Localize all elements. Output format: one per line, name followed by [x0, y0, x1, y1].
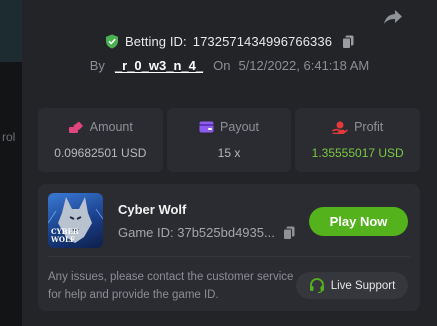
bet-author-row: By _r_0_w3_n_4_ On 5/12/2022, 6:41:18 AM	[22, 58, 437, 73]
game-name: Cyber Wolf	[118, 202, 187, 217]
coins-icon	[68, 121, 83, 133]
money-hand-icon	[332, 121, 349, 134]
game-id-text: Game ID: 37b525bd4935...	[118, 225, 275, 240]
background-text: rol	[2, 130, 16, 144]
bet-stats: Amount 0.09682501 USD Payout 15 x Profit…	[38, 108, 421, 172]
copy-icon	[342, 35, 354, 49]
copy-betting-id-button[interactable]	[342, 35, 354, 49]
payout-label: Payout	[220, 120, 259, 134]
background-header	[0, 0, 22, 62]
copy-game-id-button[interactable]	[282, 226, 295, 240]
by-label: By	[89, 58, 105, 73]
amount-value: 0.09682501 USD	[54, 146, 147, 160]
share-arrow-icon	[384, 10, 402, 24]
amount-label: Amount	[89, 120, 133, 134]
background-page: rol	[0, 0, 22, 326]
betting-id-label: Betting ID:	[124, 34, 187, 49]
wallet-icon	[199, 121, 214, 133]
live-support-label: Live Support	[330, 279, 396, 292]
support-notice: Any issues, please contact the customer …	[48, 271, 294, 301]
username-link[interactable]: _r_0_w3_n_4_	[115, 58, 203, 73]
live-support-button[interactable]: Live Support	[296, 272, 408, 299]
bet-details-modal: Betting ID: 1732571434996766336 By _r_0_…	[22, 0, 437, 326]
payout-value: 15 x	[217, 146, 241, 160]
profit-stat: Profit 1.35555017 USD	[295, 108, 421, 172]
amount-stat: Amount 0.09682501 USD	[38, 108, 163, 172]
bet-timestamp: 5/12/2022, 6:41:18 AM	[238, 58, 370, 73]
play-now-button[interactable]: Play Now	[309, 207, 408, 236]
game-thumbnail[interactable]: CYBER WOLF	[48, 193, 103, 248]
on-label: On	[213, 58, 231, 73]
betting-id-row: Betting ID: 1732571434996766336	[22, 34, 437, 49]
shield-check-icon	[105, 34, 118, 49]
profit-value: 1.35555017 USD	[311, 146, 404, 160]
copy-icon	[282, 226, 295, 240]
thumbnail-title: CYBER WOLF	[51, 227, 79, 244]
card-divider	[48, 256, 410, 257]
game-card: CYBER WOLF Cyber Wolf Game ID: 37b525bd4…	[38, 184, 420, 311]
headset-icon	[309, 278, 324, 293]
profit-label: Profit	[354, 120, 384, 134]
game-id-row: Game ID: 37b525bd4935...	[118, 225, 295, 240]
payout-stat: Payout 15 x	[166, 108, 292, 172]
betting-id-value: 1732571434996766336	[192, 34, 333, 49]
share-button[interactable]	[383, 8, 403, 26]
